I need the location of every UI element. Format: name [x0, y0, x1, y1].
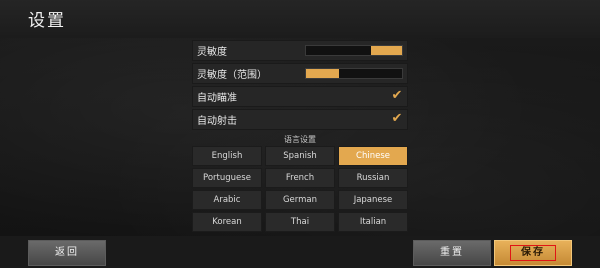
- page-title: 设置: [28, 11, 66, 31]
- reset-button-label: 重置: [440, 247, 464, 258]
- save-button-label: 保存: [510, 245, 556, 261]
- back-button-label: 返回: [55, 247, 79, 258]
- language-option-korean[interactable]: Korean: [192, 212, 262, 232]
- auto-fire-row[interactable]: 自动射击 ✔: [192, 109, 408, 130]
- sensitivity-scope-slider[interactable]: [305, 68, 403, 79]
- back-button[interactable]: 返回: [28, 240, 106, 266]
- language-option-portuguese[interactable]: Portuguese: [192, 168, 262, 188]
- sensitivity-scope-row: 灵敏度（范围）: [192, 63, 408, 84]
- language-option-italian[interactable]: Italian: [338, 212, 408, 232]
- sensitivity-slider[interactable]: [305, 45, 403, 56]
- language-option-thai[interactable]: Thai: [265, 212, 335, 232]
- language-grid: English Spanish Chinese Portuguese Frenc…: [192, 146, 408, 232]
- sensitivity-scope-label: 灵敏度（范围）: [197, 70, 267, 81]
- language-option-russian[interactable]: Russian: [338, 168, 408, 188]
- sensitivity-label: 灵敏度: [197, 47, 227, 58]
- auto-aim-label: 自动瞄准: [197, 93, 237, 104]
- sensitivity-slider-fill: [371, 46, 402, 55]
- auto-fire-checkbox-check-icon[interactable]: ✔: [390, 112, 404, 126]
- settings-panel: 灵敏度 灵敏度（范围） 自动瞄准 ✔ 自动射击 ✔ 语言设置 English S…: [192, 40, 408, 232]
- language-option-german[interactable]: German: [265, 190, 335, 210]
- top-bar: 设置: [0, 0, 600, 38]
- language-option-chinese[interactable]: Chinese: [338, 146, 408, 166]
- language-option-spanish[interactable]: Spanish: [265, 146, 335, 166]
- language-section-title: 语言设置: [284, 135, 316, 144]
- sensitivity-row: 灵敏度: [192, 40, 408, 61]
- sensitivity-scope-slider-fill: [306, 69, 339, 78]
- language-option-japanese[interactable]: Japanese: [338, 190, 408, 210]
- language-option-arabic[interactable]: Arabic: [192, 190, 262, 210]
- language-option-english[interactable]: English: [192, 146, 262, 166]
- auto-aim-row[interactable]: 自动瞄准 ✔: [192, 86, 408, 107]
- reset-button[interactable]: 重置: [413, 240, 491, 266]
- auto-aim-checkbox-check-icon[interactable]: ✔: [390, 89, 404, 103]
- auto-fire-label: 自动射击: [197, 116, 237, 127]
- save-button[interactable]: 保存: [494, 240, 572, 266]
- language-option-french[interactable]: French: [265, 168, 335, 188]
